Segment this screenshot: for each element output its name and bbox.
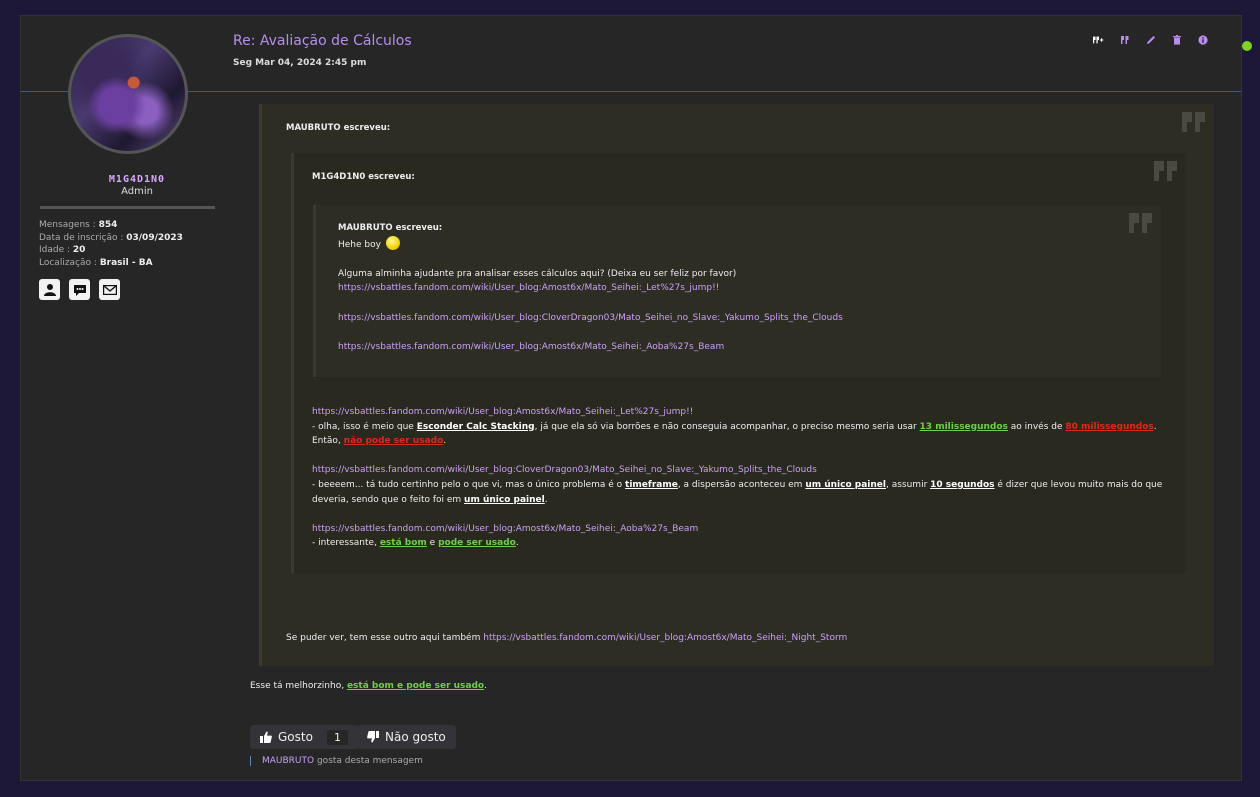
link-aoba-beam[interactable]: https://vsbattles.fandom.com/wiki/User_b… [312, 524, 698, 534]
user-rank: Admin [121, 186, 153, 197]
quote-mark-icon [1182, 112, 1206, 136]
contact-icons [39, 279, 235, 300]
post-title[interactable]: Re: Avaliação de Cálculos [233, 33, 412, 49]
email-icon[interactable] [99, 279, 120, 300]
stat-joined: Data de inscrição : 03/09/2023 [39, 232, 183, 243]
quote-icon[interactable] [1119, 34, 1131, 46]
user-stats: Mensagens : 854 Data de inscrição : 03/0… [39, 219, 235, 269]
quote-author: MAUBRUTO escreveu: [338, 223, 443, 233]
like-count: 1 [326, 729, 348, 745]
reply-text: Esse tá melhorzinho, está bom e pode ser… [250, 681, 487, 691]
multi-quote-icon[interactable] [1093, 34, 1105, 46]
stat-posts: Mensagens : 854 [39, 220, 118, 230]
dislike-button[interactable]: Não gosto [357, 725, 456, 749]
edit-icon[interactable] [1145, 34, 1157, 46]
link-yakumo-splits[interactable]: https://vsbattles.fandom.com/wiki/User_b… [312, 465, 817, 475]
forum-post: M1G4D1N0 Admin Mensagens : 854 Data de i… [20, 15, 1252, 781]
thumbs-down-icon [367, 731, 379, 743]
liker-username[interactable]: MAUBRUTO [262, 756, 314, 766]
info-icon[interactable] [1197, 34, 1209, 46]
username[interactable]: M1G4D1N0 [39, 174, 235, 185]
stat-location: Localização : Brasil - BA [39, 257, 153, 268]
private-message-icon[interactable] [69, 279, 90, 300]
post-date: Seg Mar 04, 2024 2:45 pm [233, 58, 367, 68]
link-night-storm[interactable]: https://vsbattles.fandom.com/wiki/User_b… [483, 633, 847, 643]
comment-1: - olha, isso é meio que Esconder Calc St… [312, 421, 1157, 447]
thumbs-up-icon [260, 731, 272, 743]
comment-2: - beeeem... tá tudo certinho pelo o que … [312, 479, 1163, 505]
review-comments: https://vsbattles.fandom.com/wiki/User_b… [312, 405, 1172, 551]
link-lets-jump[interactable]: https://vsbattles.fandom.com/wiki/User_b… [338, 283, 719, 293]
comment-3: - interessante, está bom e pode ser usad… [312, 538, 519, 549]
profile-divider [40, 206, 215, 209]
avatar[interactable] [68, 34, 188, 154]
quote-mark-icon [1154, 161, 1178, 185]
request-text: Alguma alminha ajudante pra analisar ess… [338, 268, 737, 279]
closing-line: Se puder ver, tem esse outro aqui também… [286, 633, 848, 643]
delete-icon[interactable] [1171, 34, 1183, 46]
stat-age: Idade : 20 [39, 245, 86, 255]
quote-block-inner: MAUBRUTO escreveu: Hehe boy Alguma almin… [313, 205, 1161, 377]
like-button[interactable]: Gosto 1 [250, 725, 358, 749]
link-aoba-beam[interactable]: https://vsbattles.fandom.com/wiki/User_b… [338, 342, 724, 352]
post-actions [1093, 34, 1209, 46]
dislike-label: Não gosto [385, 730, 446, 744]
user-profile: M1G4D1N0 Admin Mensagens : 854 Data de i… [39, 34, 235, 300]
link-lets-jump[interactable]: https://vsbattles.fandom.com/wiki/User_b… [312, 407, 693, 417]
greeting: Hehe boy [338, 235, 843, 253]
likers-line: MAUBRUTO gosta desta mensagem [250, 756, 423, 766]
quote-author: M1G4D1N0 escreveu: [312, 172, 415, 182]
link-yakumo-splits[interactable]: https://vsbattles.fandom.com/wiki/User_b… [338, 313, 843, 323]
smiley-icon [385, 235, 400, 250]
like-label: Gosto [278, 730, 313, 744]
quote-mark-icon [1129, 213, 1153, 237]
quote-author: MAUBRUTO escreveu: [286, 123, 391, 133]
online-status-indicator [1242, 41, 1252, 51]
profile-icon[interactable] [39, 279, 60, 300]
